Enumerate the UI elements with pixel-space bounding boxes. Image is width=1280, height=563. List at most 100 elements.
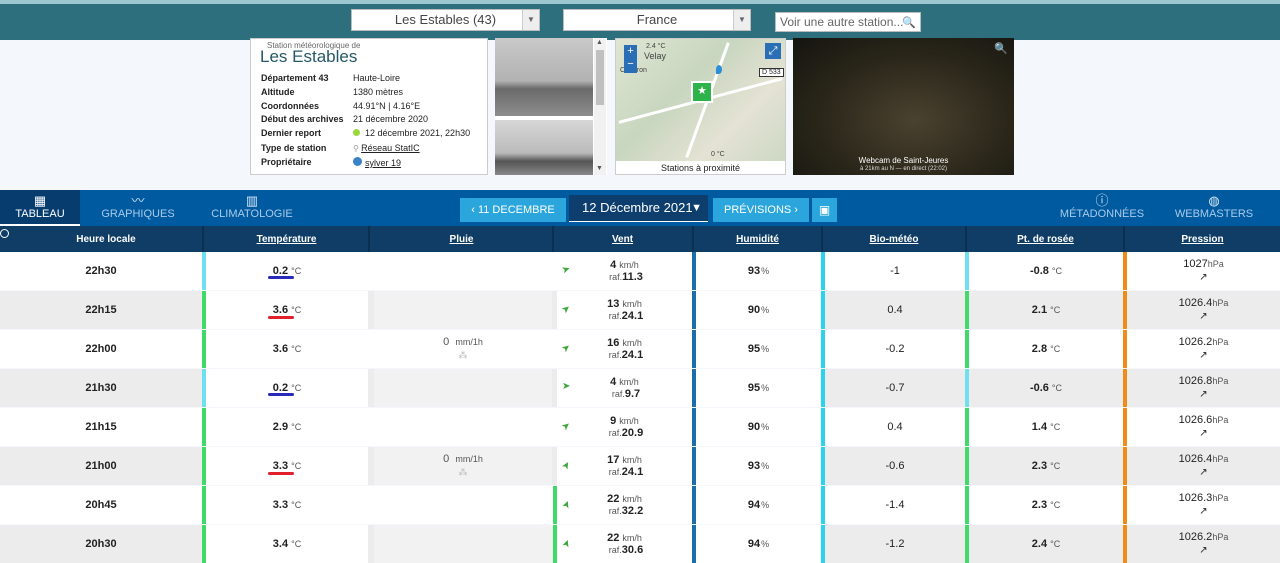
scroll-up-icon[interactable]: ▲: [596, 39, 603, 46]
bio-cell: -1.4: [825, 486, 965, 524]
temp-cell: 3.6 °C: [206, 291, 368, 329]
temp-cell: 3.3 °C: [206, 447, 368, 485]
photos-scrollbar[interactable]: ▲ ▼: [594, 38, 606, 175]
bio-value: -1.4: [885, 499, 905, 511]
temp-cell: 3.3 °C: [206, 486, 368, 524]
zoom-in-button[interactable]: +: [624, 45, 637, 58]
nearby-stations-map[interactable]: 2.4 °C Velay Chadron 0 °C + − ⤢ ★ D 533 …: [615, 38, 786, 175]
tab-metadonnees[interactable]: ⓘ MÉTADONNÉES: [1056, 190, 1148, 226]
wind-speed-line: 4 km/h: [610, 376, 639, 388]
dew-value: 2.1: [1031, 304, 1048, 316]
info-value: Haute-Loire: [353, 73, 401, 83]
rain-drops-icon: ⁂: [458, 350, 468, 360]
prev-day-button[interactable]: ‹ 11 DECEMBRE: [460, 198, 566, 222]
station-photo[interactable]: [495, 120, 593, 175]
humidity-cell: 95%: [696, 330, 821, 368]
scroll-down-icon[interactable]: ▼: [596, 165, 603, 172]
humidity-cell: 90%: [696, 291, 821, 329]
search-icon[interactable]: 🔍: [902, 14, 916, 32]
dew-cell: -0.8 °C: [969, 252, 1123, 290]
header-dew-point[interactable]: Pt. de rosée: [968, 226, 1123, 252]
header-divider: [202, 226, 204, 252]
dew-unit: °C: [1051, 266, 1063, 276]
table-row: 21h15 2.9 °C ➤ 9 km/h raf.20.9 90% 0.4 1.4 °C …: [0, 408, 1280, 446]
forecast-label: PRÉVISIONS: [724, 204, 792, 216]
tab-label: WEBMASTERS: [1174, 208, 1254, 220]
wind-direction-icon: ➤: [560, 263, 573, 277]
wind-direction-icon: ➤: [560, 537, 574, 550]
tab-label: GRAPHIQUES: [101, 208, 175, 220]
pressure-value: 1026.8: [1178, 375, 1213, 387]
gust-value: 24.1: [621, 466, 644, 478]
tab-webmasters[interactable]: ◍ WEBMASTERS: [1172, 190, 1256, 226]
wind-unit: km/h: [622, 533, 642, 543]
gust-value: 30.6: [621, 544, 644, 556]
dew-cell: 2.1 °C: [969, 291, 1123, 329]
gust-label: raf.: [608, 545, 622, 555]
gust-value: 24.1: [621, 349, 644, 361]
tab-tableau[interactable]: ▦ TABLEAU: [0, 190, 80, 226]
webcam-panel[interactable]: 🔍 Webcam de Saint-Jeures à 21km au N — e…: [793, 38, 1014, 175]
header-bio-meteo[interactable]: Bio-météo: [823, 226, 965, 252]
header-rain[interactable]: Pluie: [370, 226, 553, 252]
chart-line-icon: 〰: [131, 193, 145, 208]
time-cell: 21h30: [0, 369, 202, 407]
forecast-button[interactable]: PRÉVISIONS ›: [713, 198, 809, 222]
wind-unit: km/h: [622, 338, 642, 348]
header-divider: [692, 226, 694, 252]
humidity-cell: 95%: [696, 369, 821, 407]
station-select[interactable]: Les Estables (43) ▼: [351, 9, 540, 31]
bio-value: -0.2: [885, 343, 905, 355]
temp-unit: °C: [291, 422, 302, 432]
chevron-left-icon: ‹: [471, 204, 478, 216]
wind-speed-line: 17 km/h: [607, 454, 642, 466]
pressure-trend-icon: ↗: [1199, 428, 1208, 439]
last-report-value: 12 décembre 2021, 22h30: [365, 128, 471, 138]
network-link[interactable]: Réseau StatIC: [361, 143, 420, 153]
country-select[interactable]: France ▼: [563, 9, 751, 31]
fullscreen-icon[interactable]: ⤢: [765, 43, 781, 59]
header-divider: [552, 226, 554, 252]
header-temperature[interactable]: Température: [204, 226, 369, 252]
pressure-value: 1026.3: [1178, 492, 1213, 504]
date-select[interactable]: 12 Décembre 2021 ▼: [569, 195, 708, 222]
station-photo[interactable]: [495, 38, 593, 116]
header-pressure[interactable]: Pression: [1125, 226, 1280, 252]
scrollbar-thumb[interactable]: [596, 50, 604, 105]
pressure-trend-icon: ↗: [1199, 545, 1208, 556]
temp-unit: °C: [291, 539, 302, 549]
temp-unit: °C: [291, 461, 302, 471]
temp-value: 2.9: [272, 421, 289, 433]
pressure-cell: 1027hPa ↗: [1127, 252, 1280, 290]
bar-chart-icon: ▥: [245, 193, 259, 208]
pressure-line: 1026.4hPa: [1179, 297, 1229, 310]
station-search-input[interactable]: Voir une autre station... 🔍: [775, 12, 921, 32]
dew-unit: °C: [1051, 383, 1063, 393]
rain-cell: 0 mm/1h ⁂: [374, 330, 552, 368]
humidity-value: 93: [747, 265, 761, 277]
zoom-out-button[interactable]: −: [624, 58, 637, 71]
owner-link[interactable]: sylver 19: [365, 158, 401, 168]
bio-value: 0.4: [887, 304, 903, 316]
zoom-icon[interactable]: 🔍: [994, 42, 1008, 55]
gust-line: raf.32.2: [606, 505, 643, 517]
rain-value: 0: [443, 336, 450, 348]
calendar-icon[interactable]: ▣: [812, 198, 837, 222]
gust-line: raf.24.1: [606, 466, 643, 478]
rain-cell: [374, 291, 552, 329]
rain-drops-icon: ⁂: [458, 467, 468, 477]
map-marker-icon[interactable]: [716, 65, 722, 74]
rain-unit: mm/1h: [455, 454, 483, 464]
pressure-cell: 1026.3hPa ↗: [1127, 486, 1280, 524]
dew-value: -0.6: [1029, 382, 1049, 394]
tab-graphiques[interactable]: 〰 GRAPHIQUES: [96, 190, 180, 226]
header-wind[interactable]: Vent: [554, 226, 691, 252]
station-pin-icon[interactable]: ★: [691, 81, 713, 103]
map-image[interactable]: 2.4 °C Velay Chadron 0 °C + − ⤢ ★ D 533: [616, 39, 785, 161]
table-row: 21h30 0.2 °C ➤ 4 km/h raf.9.7 95% -0.7 -0.6 °C…: [0, 369, 1280, 407]
map-caption[interactable]: Stations à proximité: [616, 161, 785, 174]
pressure-cell: 1026.8hPa ↗: [1127, 369, 1280, 407]
chevron-down-icon: ▼: [522, 10, 539, 30]
header-humidity[interactable]: Humidité: [694, 226, 821, 252]
tab-climatologie[interactable]: ▥ CLIMATOLOGIE: [205, 190, 299, 226]
